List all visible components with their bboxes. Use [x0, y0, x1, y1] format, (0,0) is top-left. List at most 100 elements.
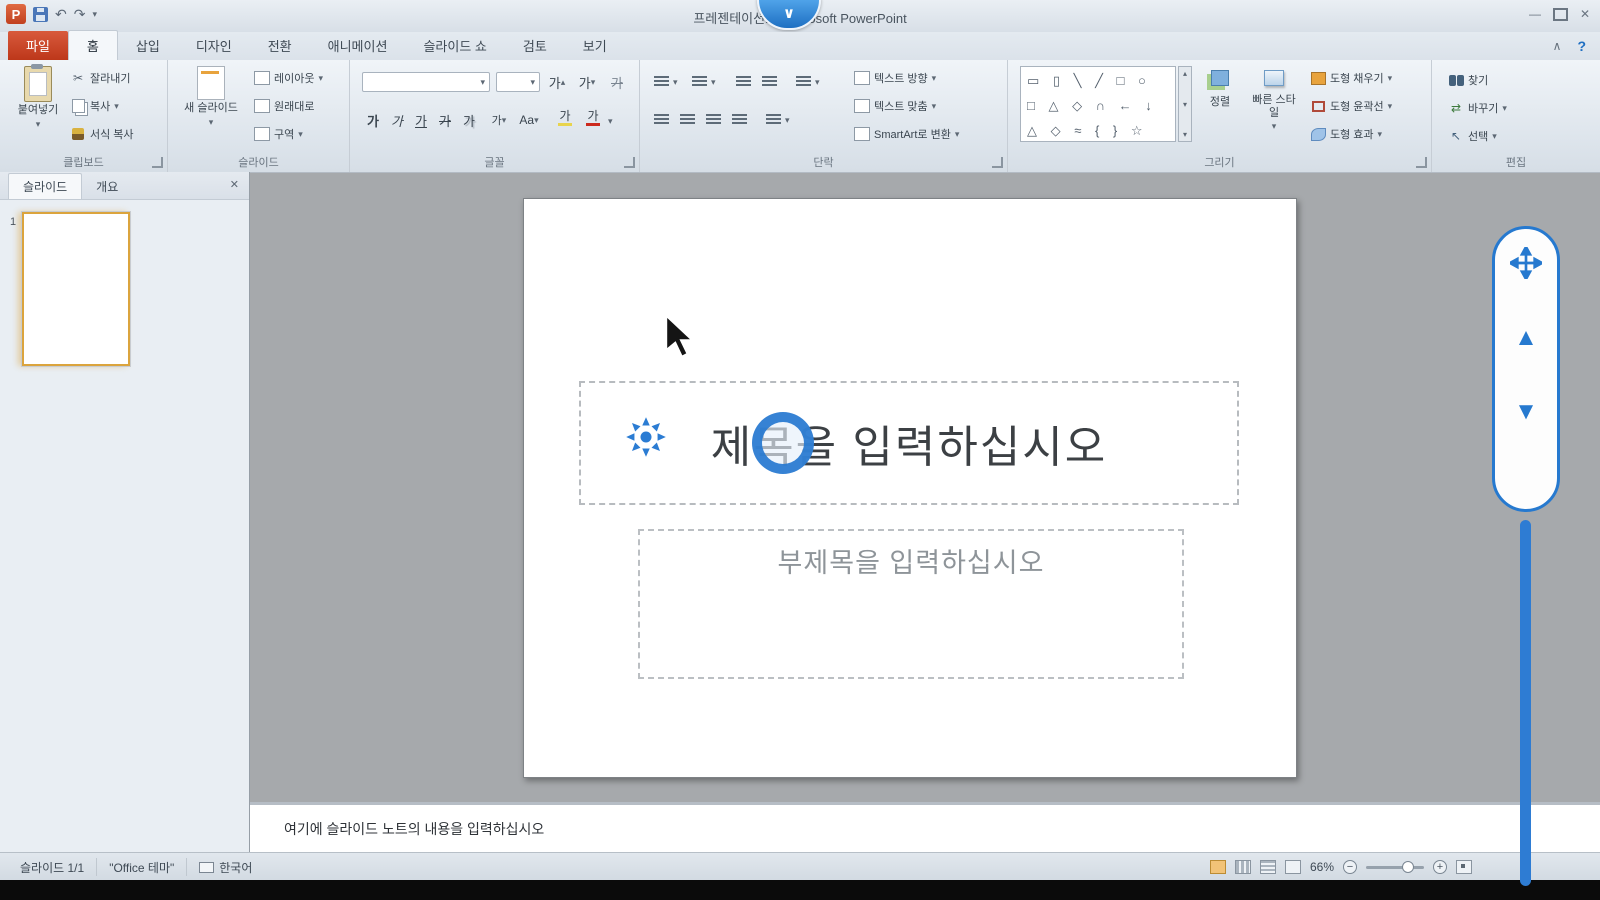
- font-color-dropdown-icon[interactable]: ▾: [608, 116, 613, 127]
- numbering-button[interactable]: ▾: [692, 72, 716, 92]
- slideshow-view-button[interactable]: [1285, 860, 1301, 874]
- tab-file[interactable]: 파일: [8, 31, 68, 60]
- underline-button[interactable]: 가: [410, 110, 432, 130]
- tab-insert[interactable]: 삽입: [118, 31, 178, 60]
- paragraph-dialog-launcher[interactable]: [992, 157, 1003, 168]
- shapes-scroll-down-icon[interactable]: ▾: [1183, 100, 1187, 109]
- grow-font-button[interactable]: 가▴: [546, 72, 568, 92]
- paste-button[interactable]: 붙여넣기 ▾: [12, 66, 64, 129]
- copy-button[interactable]: 복사 ▾: [70, 96, 119, 116]
- maximize-button[interactable]: [1553, 8, 1568, 21]
- shape-outline-icon: [1312, 101, 1325, 112]
- next-slide-button[interactable]: ▼: [1514, 400, 1538, 424]
- align-left-button[interactable]: [654, 110, 669, 130]
- convert-smartart-button[interactable]: SmartArt로 변환 ▾: [854, 124, 959, 144]
- theme-indicator[interactable]: "Office 테마": [97, 858, 187, 876]
- shapes-more-icon[interactable]: ▾: [1183, 130, 1187, 139]
- decrease-indent-button[interactable]: [736, 72, 751, 92]
- justify-button[interactable]: [732, 110, 747, 130]
- close-pane-icon[interactable]: ✕: [230, 178, 239, 191]
- layout-button[interactable]: 레이아웃 ▾: [254, 68, 323, 88]
- arrange-button[interactable]: 정렬: [1198, 70, 1242, 109]
- section-button[interactable]: 구역 ▾: [254, 124, 303, 144]
- drawing-dialog-launcher[interactable]: [1416, 157, 1427, 168]
- subtitle-placeholder[interactable]: 부제목을 입력하십시오: [638, 529, 1184, 679]
- minimize-ribbon-icon[interactable]: ∧: [1553, 39, 1562, 53]
- columns-button[interactable]: ▾: [766, 110, 790, 130]
- align-text-button[interactable]: 텍스트 맞춤 ▾: [854, 96, 936, 116]
- text-direction-label: 텍스트 방향: [874, 70, 928, 86]
- vertical-scrollbar-thumb[interactable]: [1520, 520, 1531, 886]
- replace-button[interactable]: ⇄ 바꾸기 ▾: [1448, 98, 1507, 118]
- zoom-in-button[interactable]: +: [1433, 860, 1447, 874]
- shapes-row-3[interactable]: △ ◇ ≈ { } ☆: [1027, 118, 1159, 142]
- tab-transitions[interactable]: 전환: [250, 31, 310, 60]
- font-name-combobox[interactable]: ▾: [362, 72, 490, 92]
- font-dialog-launcher[interactable]: [624, 157, 635, 168]
- ribbon-tab-row: 파일 홈 삽입 디자인 전환 애니메이션 슬라이드 쇼 검토 보기: [0, 32, 1600, 61]
- font-size-combobox[interactable]: ▾: [496, 72, 540, 92]
- normal-view-button[interactable]: [1210, 860, 1226, 874]
- new-slide-button[interactable]: 새 슬라이드 ▾: [178, 66, 244, 127]
- tab-slides-thumbnails[interactable]: 슬라이드: [8, 173, 82, 199]
- text-shadow-button[interactable]: 가: [458, 110, 480, 130]
- select-button[interactable]: ↖ 선택 ▾: [1448, 126, 1497, 146]
- columns-dropdown-icon: ▾: [785, 115, 790, 126]
- italic-button[interactable]: 가: [386, 110, 408, 130]
- tab-review[interactable]: 검토: [505, 31, 565, 60]
- bullets-button[interactable]: ▾: [654, 72, 678, 92]
- text-direction-button[interactable]: 텍스트 방향 ▾: [854, 68, 936, 88]
- tab-view[interactable]: 보기: [565, 31, 625, 60]
- close-button[interactable]: ✕: [1580, 7, 1590, 21]
- title-placeholder[interactable]: 제목을 입력하십시오: [579, 381, 1239, 505]
- strikethrough-button[interactable]: 가: [434, 110, 456, 130]
- previous-slide-button[interactable]: ▲: [1514, 326, 1538, 350]
- font-color-button[interactable]: 가: [582, 110, 604, 126]
- shape-effects-button[interactable]: 도형 효과 ▾: [1310, 124, 1382, 144]
- smartart-dropdown-icon: ▾: [955, 129, 960, 140]
- slide-canvas[interactable]: 제목을 입력하십시오 부제목을 입력하십시오: [523, 198, 1297, 778]
- clear-formatting-icon: 가: [611, 73, 623, 92]
- fit-to-window-button[interactable]: [1456, 860, 1472, 874]
- slide-sorter-view-button[interactable]: [1235, 860, 1251, 874]
- bold-button[interactable]: 가: [362, 110, 384, 130]
- zoom-slider-thumb[interactable]: [1402, 861, 1414, 873]
- zoom-slider[interactable]: [1366, 866, 1424, 869]
- reading-view-button[interactable]: [1260, 860, 1276, 874]
- quick-styles-button[interactable]: 빠른 스타일 ▾: [1248, 70, 1300, 132]
- reset-button[interactable]: 원래대로: [254, 96, 314, 116]
- shape-fill-button[interactable]: 도형 채우기 ▾: [1310, 68, 1392, 88]
- increase-indent-button[interactable]: [762, 72, 777, 92]
- align-center-button[interactable]: [680, 110, 695, 130]
- tab-home[interactable]: 홈: [68, 30, 118, 60]
- highlight-color-button[interactable]: 가: [554, 110, 576, 126]
- language-indicator[interactable]: 한국어: [187, 858, 264, 876]
- zoom-out-button[interactable]: −: [1343, 860, 1357, 874]
- tab-animations[interactable]: 애니메이션: [310, 31, 406, 60]
- character-spacing-button[interactable]: 가▾: [488, 110, 510, 130]
- minimize-button[interactable]: —: [1529, 7, 1541, 21]
- tab-design[interactable]: 디자인: [178, 31, 250, 60]
- shape-outline-button[interactable]: 도형 윤곽선 ▾: [1310, 96, 1392, 116]
- align-right-button[interactable]: [706, 110, 721, 130]
- change-case-button[interactable]: Aa▾: [518, 110, 540, 130]
- zoom-level[interactable]: 66%: [1310, 860, 1334, 874]
- line-spacing-button[interactable]: ▾: [796, 72, 820, 92]
- align-center-icon: [680, 114, 695, 126]
- tab-outline[interactable]: 개요: [82, 174, 132, 199]
- shapes-gallery[interactable]: ▭ ▯ ╲ ╱ □ ○ □ △ ◇ ∩ ← ↓ △ ◇ ≈ { } ☆: [1020, 66, 1176, 142]
- slide-thumbnail[interactable]: [22, 212, 130, 366]
- format-painter-button[interactable]: 서식 복사: [70, 124, 134, 144]
- clear-formatting-button[interactable]: 가: [606, 72, 628, 92]
- shrink-font-button[interactable]: 가▾: [576, 72, 598, 92]
- clipboard-dialog-launcher[interactable]: [152, 157, 163, 168]
- shapes-scroll-up-icon[interactable]: ▴: [1183, 69, 1187, 78]
- move-icon[interactable]: [1510, 247, 1542, 284]
- tab-slideshow[interactable]: 슬라이드 쇼: [405, 31, 504, 60]
- notes-pane[interactable]: 여기에 슬라이드 노트의 내용을 입력하십시오: [250, 802, 1600, 852]
- find-button[interactable]: 찾기: [1448, 70, 1488, 90]
- cut-button[interactable]: ✂ 잘라내기: [70, 68, 130, 88]
- shapes-row-2[interactable]: □ △ ◇ ∩ ← ↓: [1027, 93, 1159, 118]
- help-icon[interactable]: ?: [1577, 38, 1586, 54]
- shapes-row-1[interactable]: ▭ ▯ ╲ ╱ □ ○: [1027, 68, 1159, 93]
